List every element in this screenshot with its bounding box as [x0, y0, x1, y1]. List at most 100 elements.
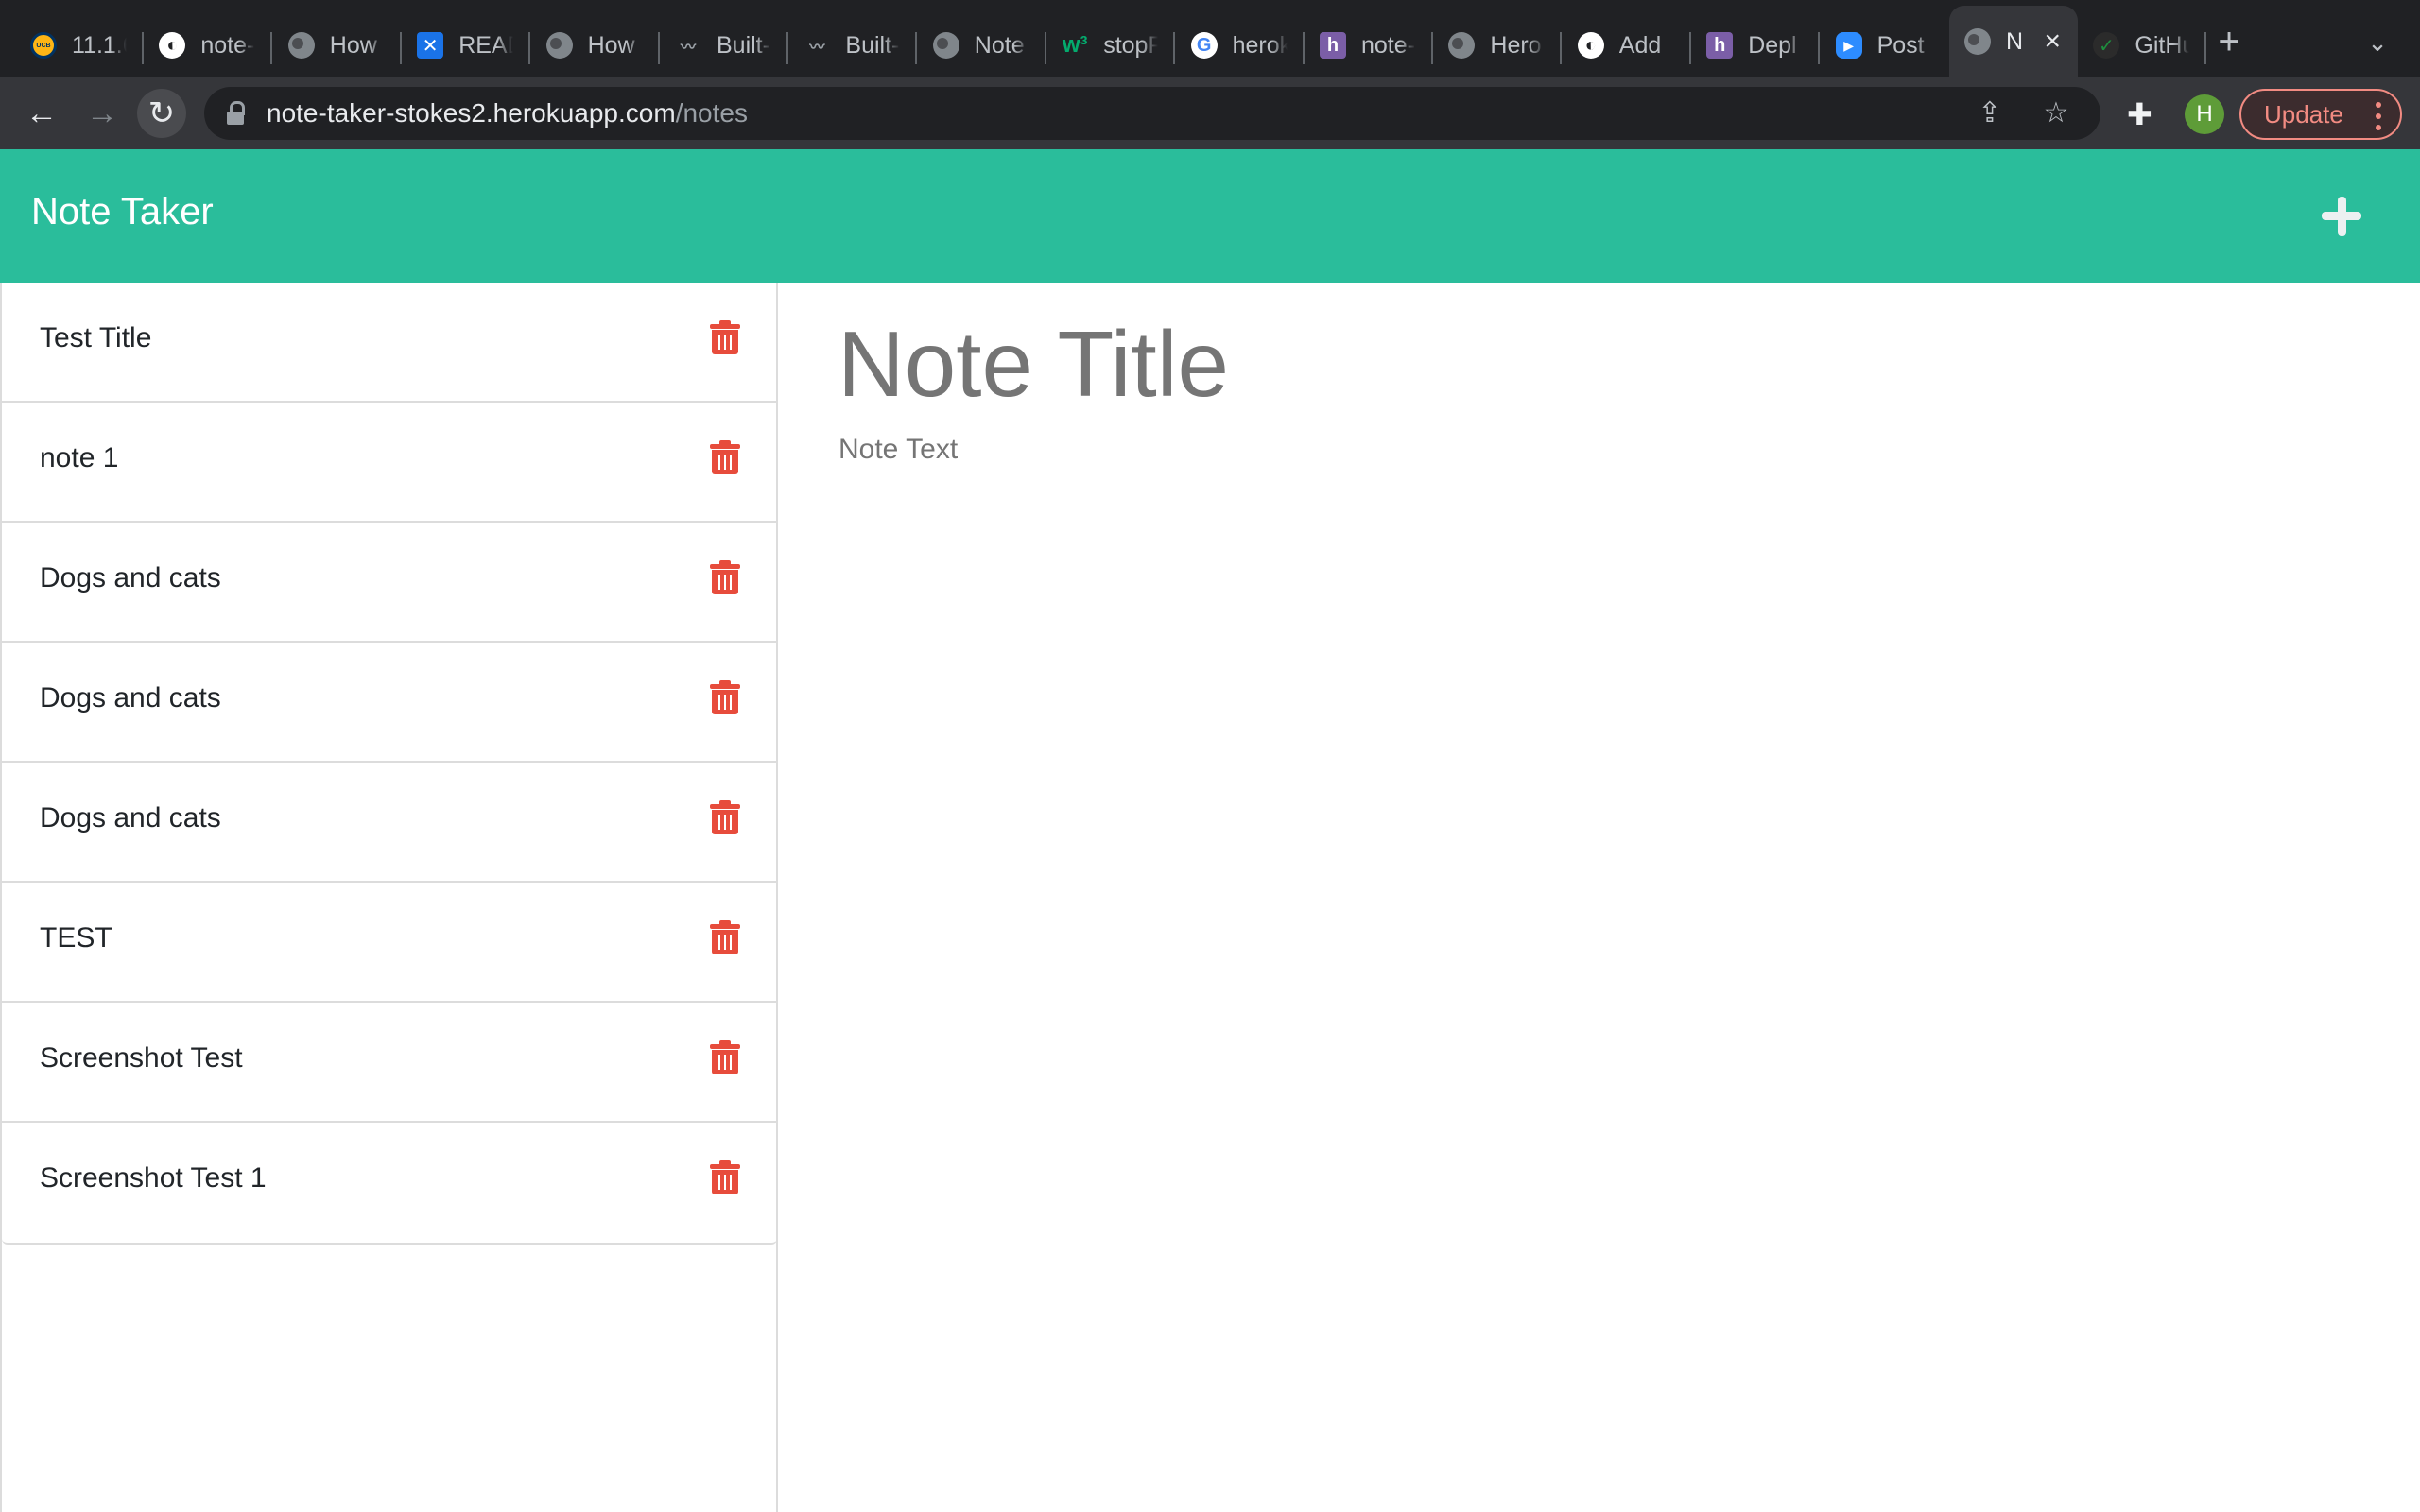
browser-tab[interactable]: h Depl [1691, 13, 1821, 77]
arrow-left-icon: ← [26, 94, 58, 131]
tab-separator [2204, 32, 2207, 64]
trash-delete-icon[interactable] [710, 320, 740, 354]
note-item-title: note 1 [40, 442, 119, 473]
trash-delete-icon[interactable] [710, 1160, 740, 1194]
github-check-icon: ✓ [2093, 32, 2120, 59]
browser-tab[interactable]: ✓ GitHu [2078, 13, 2207, 77]
globe-icon [1964, 28, 1991, 55]
note-item-title: Screenshot Test [40, 1042, 243, 1074]
note-list-item[interactable]: Dogs and cats [2, 763, 777, 883]
github-icon: ◐ [1577, 32, 1604, 59]
update-button[interactable]: Update [2239, 89, 2402, 140]
tab-title: Hero [1490, 31, 1542, 59]
app-title[interactable]: Note Taker [31, 191, 214, 233]
close-tab-icon[interactable]: × [2044, 27, 2061, 56]
back-button[interactable]: ← [17, 89, 66, 138]
note-list: Test Title note 1 Dogs and cats Dogs and ca… [2, 283, 777, 1245]
tab-title: Add [1618, 31, 1662, 59]
note-item-title: Dogs and cats [40, 682, 221, 713]
kebab-menu-icon[interactable] [2376, 102, 2381, 130]
bookmark-star-icon[interactable]: ☆ [2040, 96, 2072, 130]
note-list-item[interactable]: Screenshot Test [2, 1003, 777, 1123]
update-label: Update [2264, 99, 2343, 129]
tab-title: note- [1361, 31, 1415, 59]
note-item-title: Test Title [40, 322, 152, 353]
tab-title: 11.1.6 [72, 31, 127, 59]
trash-delete-icon[interactable] [710, 440, 740, 474]
browser-tab[interactable]: ✕ READ [402, 13, 531, 77]
browser-tab[interactable]: 〰 Built- [660, 13, 788, 77]
browser-tab[interactable]: UCB 11.1.6 [15, 13, 144, 77]
note-item-title: Screenshot Test 1 [40, 1162, 267, 1194]
forward-button[interactable]: → [78, 89, 127, 138]
tab-title: note- [200, 31, 255, 59]
trash-delete-icon[interactable] [710, 920, 740, 954]
reload-button[interactable]: ↻ [137, 89, 186, 138]
tab-title: N [2006, 27, 2024, 55]
trash-delete-icon[interactable] [710, 800, 740, 834]
browser-tab[interactable]: ▶ Post [1821, 13, 1949, 77]
note-list-item[interactable]: Dogs and cats [2, 523, 777, 643]
browser-tab-active[interactable]: N × [1949, 6, 2078, 77]
tab-title: Note [974, 31, 1025, 59]
tab-title: Built- [717, 31, 770, 59]
note-list-item[interactable]: Dogs and cats [2, 643, 777, 763]
profile-avatar[interactable]: H [2185, 94, 2224, 134]
x-app-icon: ✕ [417, 32, 444, 59]
note-title-input[interactable] [838, 311, 2350, 418]
tab-title: How [587, 31, 635, 59]
globe-icon [287, 32, 315, 59]
tab-title: How [329, 31, 377, 59]
new-note-plus-icon[interactable] [2320, 193, 2363, 236]
note-list-item[interactable]: Screenshot Test 1 [2, 1123, 777, 1243]
note-item-title: Dogs and cats [40, 802, 221, 833]
note-list-item[interactable]: Test Title [2, 283, 777, 403]
heroku-icon: h [1320, 32, 1346, 59]
browser-tab[interactable]: How [273, 13, 402, 77]
tab-title: READ [458, 31, 513, 59]
url-path: /notes [675, 98, 748, 128]
w3schools-icon: w³ [1062, 32, 1088, 58]
note-item-title: Dogs and cats [40, 562, 221, 593]
tab-title: Built- [845, 31, 900, 59]
note-list-item[interactable]: TEST [2, 883, 777, 1003]
browser-tab[interactable]: ◐ note- [144, 13, 273, 77]
lock-icon [227, 101, 246, 126]
browser-tab[interactable]: Gherok [1176, 13, 1305, 77]
notes-sidebar: Test Title note 1 Dogs and cats Dogs and ca… [0, 283, 778, 1512]
app-navbar: Note Taker [0, 149, 2420, 283]
tab-title: Depl [1748, 31, 1797, 59]
address-bar[interactable]: note-taker-stokes2.herokuapp.com/notes ⇪… [204, 87, 2100, 140]
note-editor [779, 283, 2420, 1512]
zoom-icon: ▶ [1835, 32, 1862, 59]
tab-search-button[interactable]: ⌄ [2363, 28, 2392, 57]
new-tab-button[interactable]: + [2210, 23, 2248, 60]
extensions-puzzle-icon[interactable]: ✚ [2127, 96, 2152, 132]
heroku-icon: h [1706, 32, 1734, 59]
browser-tab-strip: UCB 11.1.6 ◐ note- How ✕ READ How 〰 Built- 〰 Built-… [0, 0, 2420, 77]
github-icon: ◐ [159, 32, 186, 59]
trash-delete-icon[interactable] [710, 1040, 740, 1074]
note-text-textarea[interactable] [838, 434, 2351, 812]
tab-title: stopP [1103, 31, 1159, 59]
tab-title: Post [1876, 31, 1925, 59]
browser-tab[interactable]: Hero [1433, 13, 1563, 77]
browser-tab[interactable]: w³ stopP [1046, 13, 1176, 77]
browser-tab[interactable]: How [531, 13, 660, 77]
arrow-right-icon: → [86, 94, 118, 131]
url-text[interactable]: note-taker-stokes2.herokuapp.com/notes [267, 98, 748, 129]
browser-tab[interactable]: Note [918, 13, 1046, 77]
browser-tab[interactable]: h note- [1305, 13, 1433, 77]
trash-delete-icon[interactable] [710, 680, 740, 714]
google-icon: G [1190, 32, 1218, 59]
reload-icon: ↻ [147, 95, 176, 131]
globe-icon [1448, 32, 1476, 59]
browser-tab[interactable]: 〰 Built- [788, 13, 918, 77]
globe-icon [545, 32, 573, 59]
browser-tab[interactable]: ◐ Add [1563, 13, 1691, 77]
ucberkeley-extension-icon: UCB [30, 32, 57, 59]
trash-delete-icon[interactable] [710, 560, 740, 594]
share-icon[interactable]: ⇪ [1974, 96, 2006, 130]
mustache-icon: 〰 [809, 40, 825, 56]
note-list-item[interactable]: note 1 [2, 403, 777, 523]
